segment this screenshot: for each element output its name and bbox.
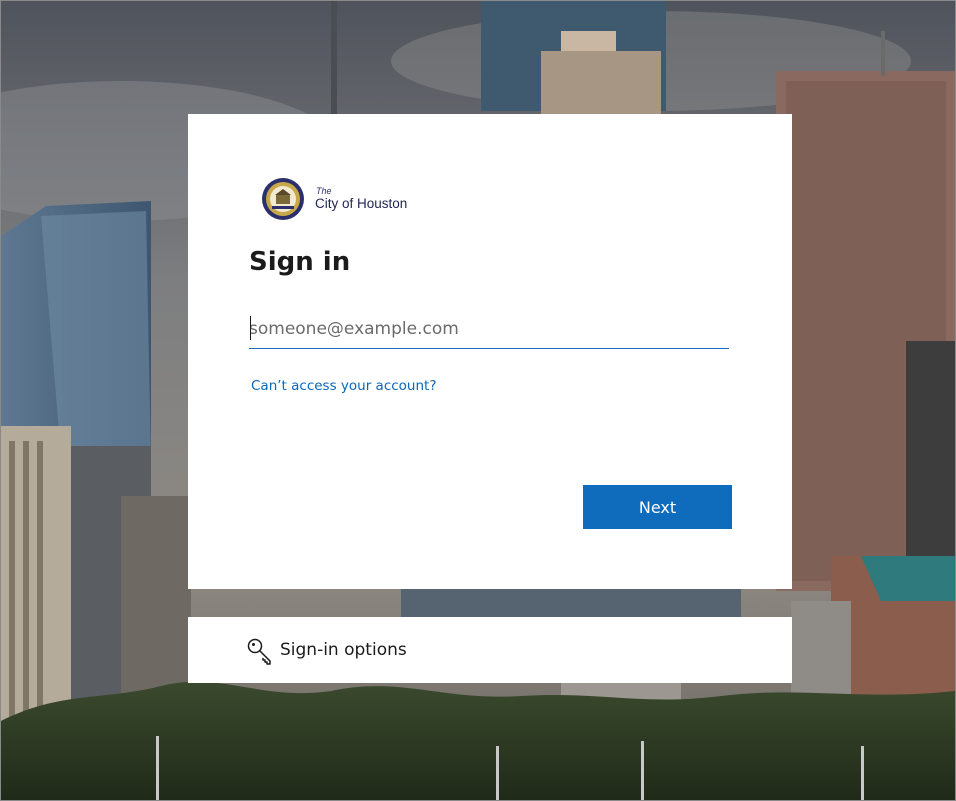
email-input[interactable] [249,310,729,349]
page-title: Sign in [249,247,351,277]
login-page: The City of Houston Sign in Can’t access… [0,0,956,801]
sign-in-card: The City of Houston Sign in Can’t access… [188,114,792,589]
logo-org-name: City of Houston [315,196,408,211]
sign-in-options-label: Sign-in options [280,640,407,660]
text-caret [250,316,251,340]
logo-the-text: The [316,186,332,196]
city-seal-icon [262,178,304,220]
cant-access-account-link[interactable]: Can’t access your account? [251,378,437,394]
sign-in-options-button[interactable]: Sign-in options [188,617,792,683]
next-button[interactable]: Next [583,485,732,529]
city-of-houston-logo: The City of Houston [261,177,461,223]
key-icon [247,638,271,665]
